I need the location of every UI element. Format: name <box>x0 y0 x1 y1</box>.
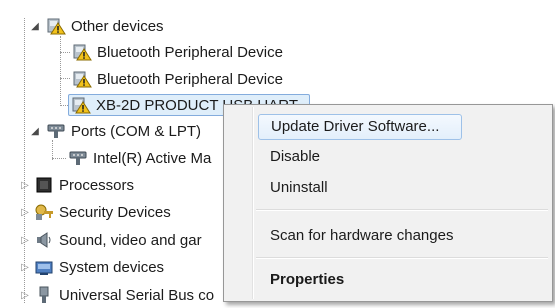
triangle-down-icon[interactable]: ◢ <box>30 21 40 32</box>
tree-node-label: Bluetooth Peripheral Device <box>97 43 283 61</box>
tree-node-label: Bluetooth Peripheral Device <box>97 70 283 88</box>
tree-guide-line <box>52 140 53 160</box>
port-connector-icon <box>46 122 66 140</box>
tree-guide-line <box>24 18 25 303</box>
unknown-device-warning-icon <box>71 96 91 114</box>
processor-chip-icon <box>34 176 54 194</box>
menu-separator <box>256 257 548 259</box>
menu-item-properties[interactable]: Properties <box>270 268 344 292</box>
tree-node-label: Ports (COM & LPT) <box>71 122 202 140</box>
triangle-right-icon[interactable]: ▷ <box>20 290 30 301</box>
tree-guide-line <box>60 52 70 53</box>
menu-separator <box>256 209 548 211</box>
tree-node-label: Sound, video and gar <box>59 231 202 249</box>
triangle-right-icon[interactable]: ▷ <box>20 207 30 218</box>
tree-node-security-devices[interactable]: ▷ Security Devices <box>21 200 171 224</box>
tree-node-intel-active-management[interactable]: Intel(R) Active Ma <box>68 146 211 170</box>
tree-node-label: Other devices <box>71 17 164 35</box>
triangle-right-icon[interactable]: ▷ <box>20 235 30 246</box>
system-folder-icon <box>34 258 54 276</box>
menu-item-update-driver-software[interactable]: Update Driver Software... <box>258 114 462 140</box>
context-menu: Update Driver Software... Disable Uninst… <box>223 104 553 302</box>
unknown-device-warning-icon <box>72 43 92 61</box>
unknown-device-warning-icon <box>72 70 92 88</box>
tree-node-bluetooth-device[interactable]: Bluetooth Peripheral Device <box>72 40 283 64</box>
tree-node-ports[interactable]: ◢ Ports (COM & LPT) <box>31 119 202 143</box>
menu-item-label: Uninstall <box>270 179 328 196</box>
tree-node-label: Processors <box>59 176 135 194</box>
security-key-icon <box>34 203 54 221</box>
tree-guide-line <box>60 78 70 79</box>
menu-item-label: Disable <box>270 148 321 165</box>
tree-node-sound-video-game[interactable]: ▷ Sound, video and gar <box>21 228 202 252</box>
tree-node-label: System devices <box>59 258 165 276</box>
tree-node-other-devices[interactable]: ◢ Other devices <box>31 14 164 38</box>
menu-icon-gutter <box>252 107 254 299</box>
menu-item-scan-hardware-changes[interactable]: Scan for hardware changes <box>270 224 453 248</box>
tree-node-label: Security Devices <box>59 203 171 221</box>
triangle-down-icon[interactable]: ◢ <box>30 126 40 137</box>
menu-item-label: Scan for hardware changes <box>270 227 454 244</box>
port-connector-icon <box>68 149 88 167</box>
tree-node-universal-serial-bus[interactable]: ▷ Universal Serial Bus co <box>21 283 215 307</box>
usb-plug-icon <box>34 286 54 304</box>
speaker-icon <box>34 231 54 249</box>
tree-guide-line <box>52 158 66 159</box>
tree-node-bluetooth-device[interactable]: Bluetooth Peripheral Device <box>72 67 283 91</box>
unknown-device-warning-icon <box>46 17 66 35</box>
menu-item-disable[interactable]: Disable <box>270 145 320 169</box>
tree-node-system-devices[interactable]: ▷ System devices <box>21 255 165 279</box>
tree-node-label: Intel(R) Active Ma <box>93 149 212 167</box>
menu-item-label: Properties <box>270 271 345 288</box>
triangle-right-icon[interactable]: ▷ <box>20 180 30 191</box>
menu-item-uninstall[interactable]: Uninstall <box>270 176 328 200</box>
tree-guide-line <box>60 36 61 106</box>
menu-item-label: Update Driver Software... <box>271 118 440 135</box>
triangle-right-icon[interactable]: ▷ <box>20 262 30 273</box>
tree-node-label: Universal Serial Bus co <box>59 286 215 304</box>
tree-node-processors[interactable]: ▷ Processors <box>21 173 135 197</box>
